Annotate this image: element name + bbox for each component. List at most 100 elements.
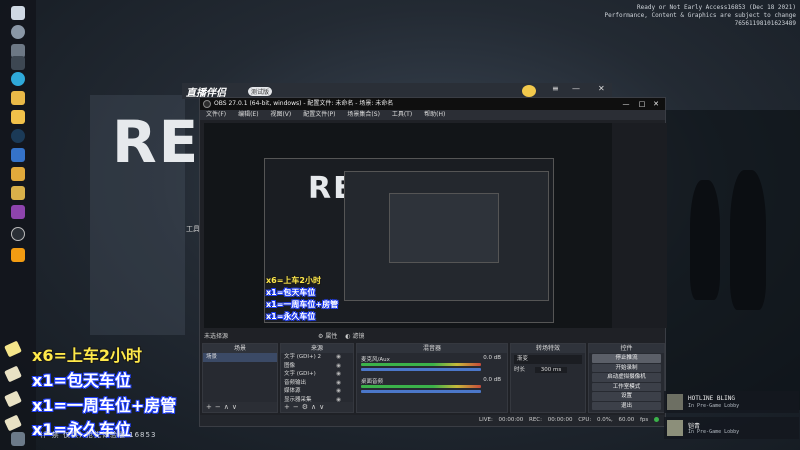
player-name: HOTLINE BLING — [688, 395, 735, 402]
menu-scene-collection[interactable]: 场景集合(S) — [347, 111, 380, 118]
up-icon[interactable]: ∧ — [224, 403, 232, 411]
file-explorer-icon[interactable] — [11, 91, 25, 105]
app-icon[interactable] — [11, 110, 25, 124]
mascot-icon — [522, 85, 536, 97]
promo-line: x1=包天车位 — [32, 371, 131, 390]
remove-icon[interactable]: − — [215, 403, 224, 411]
player-card[interactable]: 铠青 In Pre-Game Lobby — [664, 417, 799, 439]
obs-icon — [203, 100, 211, 108]
dock-title: 控件 — [589, 344, 664, 353]
volume-meter — [361, 363, 481, 366]
source-item[interactable]: 媒体源 ◉ — [281, 387, 353, 396]
app-icon[interactable] — [11, 248, 25, 262]
scenes-dock: 场景 场景 +−∧∨ — [202, 343, 278, 413]
menu-edit[interactable]: 编辑(E) — [238, 111, 258, 118]
eye-icon[interactable]: ◉ — [336, 379, 341, 388]
preview-promo-line: x1=一周车位+房管 — [266, 300, 339, 309]
obs-preview[interactable]: RE x6=上车2小时 x1=包天车位 x1=一周车位+房管 x1=永久车位 — [204, 123, 612, 328]
preview-promo-line: x1=包天车位 — [266, 288, 316, 297]
duration-input[interactable]: 300 ms — [534, 366, 568, 373]
close-icon[interactable]: ✕ — [598, 84, 605, 93]
source-label: 文字 (GDI+) 2 — [284, 354, 322, 360]
properties-button[interactable]: 属性 — [325, 333, 337, 340]
add-icon[interactable]: + — [284, 403, 293, 411]
dock-title: 来源 — [281, 344, 353, 353]
menu-profile[interactable]: 配置文件(P) — [303, 111, 335, 118]
channel-level: 0.0 dB — [483, 377, 501, 383]
obs-window: OBS 27.0.1 (64-bit, windows) - 配置文件: 未命名… — [199, 97, 667, 427]
windows-start-icon[interactable] — [11, 6, 25, 20]
stop-streaming-button[interactable]: 停止推流 — [592, 354, 661, 363]
minimize-icon[interactable]: — — [619, 98, 633, 110]
promo-line: x6=上车2小时 — [32, 346, 142, 365]
app-icon[interactable] — [11, 167, 25, 181]
terminal-icon[interactable] — [11, 56, 25, 70]
watermark-line: Ready or Not Early Access16853 (Dec 18 2… — [637, 4, 796, 11]
edge-browser-icon[interactable] — [11, 72, 25, 86]
down-icon[interactable]: ∨ — [232, 403, 240, 411]
close-icon[interactable]: ✕ — [649, 98, 663, 110]
gear-icon[interactable]: ⚙ — [318, 333, 323, 340]
sources-dock: 来源 文字 (GDI+) 2 ◉ 图像 ◉ 文字 (GDI+) ◉ 音频输出 ◉ 媒体源… — [280, 343, 354, 413]
maximize-icon[interactable]: □ — [635, 98, 649, 110]
menu-file[interactable]: 文件(F) — [206, 111, 226, 118]
source-item[interactable]: 文字 (GDI+) ◉ — [281, 370, 353, 379]
filters-button[interactable]: 滤镜 — [352, 333, 364, 340]
transition-select[interactable]: 渐变 — [514, 355, 582, 364]
player-card[interactable]: HOTLINE BLING In Pre-Game Lobby — [664, 391, 799, 413]
live-time: LIVE: 00:00:00 — [479, 417, 524, 423]
source-item[interactable]: 文字 (GDI+) 2 ◉ — [281, 353, 353, 362]
no-source-selected-label: 未选择源 — [204, 333, 229, 340]
taskbar — [0, 0, 36, 450]
source-label: 图像 — [284, 362, 296, 369]
avatar — [667, 420, 683, 436]
source-item[interactable]: 图像 ◉ — [281, 362, 353, 371]
mixer-channel: 麦克风/Aux 0.0 dB — [357, 353, 507, 375]
studio-mode-button[interactable]: 工作室模式 — [592, 382, 661, 391]
eye-icon[interactable]: ◉ — [336, 353, 341, 362]
app-icon[interactable] — [11, 148, 25, 162]
eye-icon[interactable]: ◉ — [336, 387, 341, 396]
nested-preview — [389, 193, 499, 263]
clock-icon[interactable] — [11, 227, 25, 241]
gear-icon[interactable]: ⚙ — [302, 403, 311, 411]
source-item[interactable]: 音频输出 ◉ — [281, 379, 353, 388]
add-icon[interactable]: + — [206, 403, 215, 411]
virtual-camera-button[interactable]: 启动虚拟摄像机 — [592, 373, 661, 382]
app-icon[interactable] — [11, 186, 25, 200]
remove-icon[interactable]: − — [293, 403, 302, 411]
volume-meter — [361, 385, 481, 388]
down-icon[interactable]: ∨ — [319, 403, 327, 411]
start-recording-button[interactable]: 开始录制 — [592, 363, 661, 372]
search-icon[interactable] — [11, 25, 25, 39]
filter-icon[interactable]: ◐ — [345, 333, 350, 340]
eye-icon[interactable]: ◉ — [336, 370, 341, 379]
dock-toolbar: +−⚙∧∨ — [281, 402, 353, 412]
duration-row: 时长 300 ms — [511, 366, 585, 375]
app-icon[interactable] — [11, 205, 25, 219]
menu-icon[interactable]: ≡ — [552, 84, 559, 93]
watermark-line: Performance, Content & Graphics are subj… — [604, 12, 796, 19]
obs-statusbar: LIVE: 00:00:00 REC: 00:00:00 CPU: 0.0%, … — [200, 415, 665, 426]
app-icon[interactable] — [11, 432, 25, 446]
steam-icon[interactable] — [11, 129, 25, 143]
up-icon[interactable]: ∧ — [311, 403, 319, 411]
scene-item[interactable]: 场景 — [203, 353, 277, 362]
dock-title: 混音器 — [357, 344, 507, 353]
mixer-dock: 混音器 麦克风/Aux 0.0 dB 桌面音频 0.0 dB — [356, 343, 508, 413]
eye-icon[interactable]: ◉ — [336, 362, 341, 371]
bg-re-logo: RE — [112, 108, 201, 176]
duration-label: 时长 — [514, 366, 526, 373]
source-label: 音频输出 — [284, 379, 307, 386]
menu-help[interactable]: 帮助(H) — [424, 111, 445, 118]
promo-line: x1=一周车位+房管 — [32, 396, 177, 415]
menu-tools[interactable]: 工具(T) — [392, 111, 412, 118]
exit-button[interactable]: 退出 — [592, 401, 661, 410]
settings-button[interactable]: 设置 — [592, 392, 661, 401]
volume-slider[interactable] — [361, 390, 481, 393]
menu-view[interactable]: 视图(V) — [270, 111, 291, 118]
source-tool-buttons: ⚙ 属性 ◐ 滤镜 — [318, 331, 364, 340]
minimize-icon[interactable]: — — [572, 84, 580, 93]
volume-slider[interactable] — [361, 368, 481, 371]
player-status: In Pre-Game Lobby — [688, 429, 740, 435]
